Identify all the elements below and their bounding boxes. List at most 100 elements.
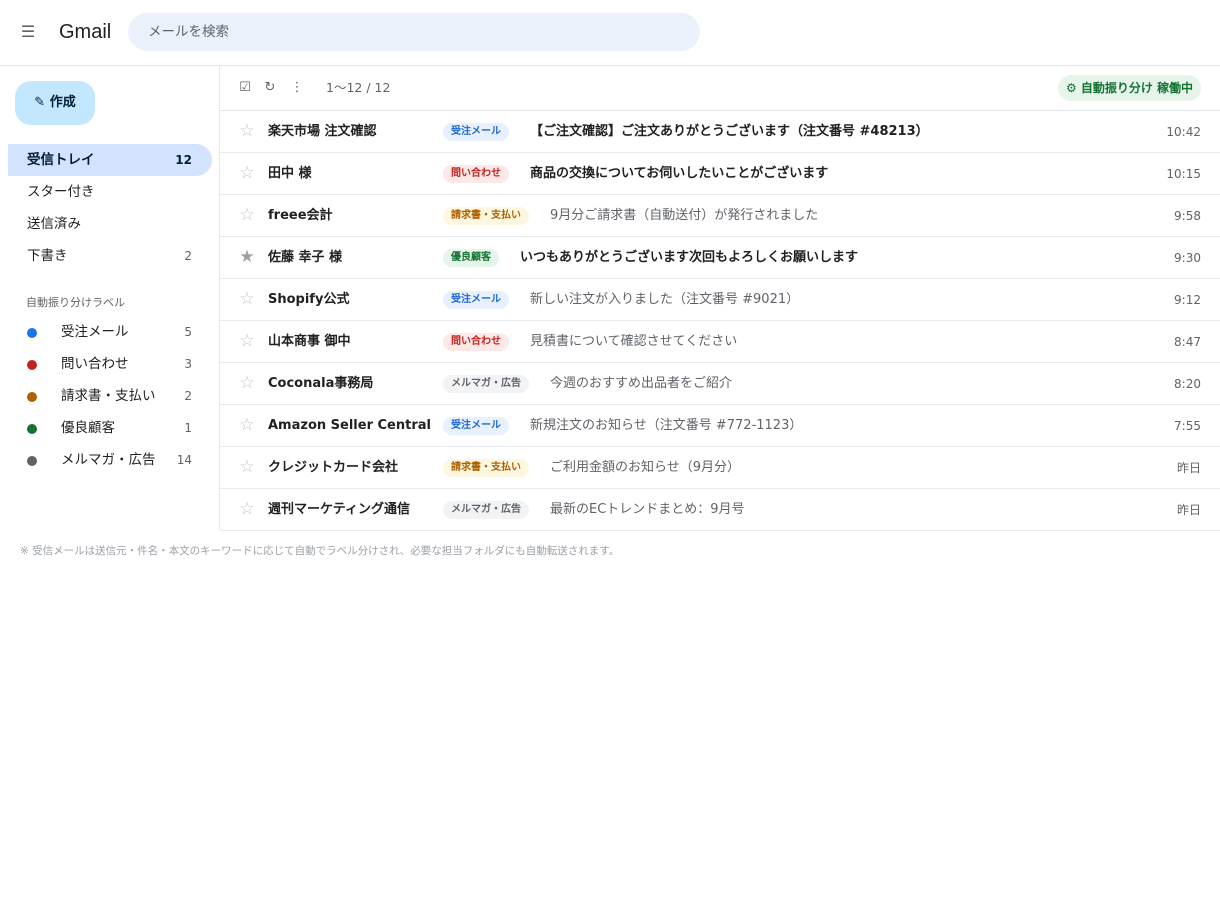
sidebar-label-vip-customers[interactable]: 優良顧客 1 (8, 412, 212, 444)
sidebar: ✎ 作成 受信トレイ 12 スター付き 送信済み 下書き 2 自動振り分けラベル… (0, 66, 220, 530)
email-subject: 【ご注文確認】ご注文ありがとうございます（注文番号 #48213） (530, 124, 929, 139)
star-outline-icon[interactable]: ☆ (238, 290, 256, 308)
label-color-dot (27, 360, 37, 370)
email-row[interactable]: ☆ クレジットカード会社 請求書・支払い ご利用金額のお知らせ（9月分） 昨日 (220, 447, 1220, 489)
hamburger-menu-icon[interactable]: ☰ (18, 22, 38, 42)
email-row[interactable]: ☆ 山本商事 御中 問い合わせ 見積書について確認させてください 8:47 (220, 321, 1220, 363)
email-subject: 最新のECトレンドまとめ：9月号 (550, 502, 745, 517)
refresh-icon[interactable]: ↻ (262, 80, 278, 96)
mail-toolbar: ☑ ↻ ⋮ 1〜12 / 12 ⚙ 自動振り分け 稼働中 (220, 66, 1220, 111)
sidebar-label-invoices[interactable]: 請求書・支払い 2 (8, 380, 212, 412)
label-color-dot (27, 328, 37, 338)
email-label-tag[interactable]: 受注メール (443, 417, 509, 435)
label-count: 5 (184, 325, 192, 339)
email-row[interactable]: ☆ freee会計 請求書・支払い 9月分ご請求書（自動送付）が発行されました 9:58 (220, 195, 1220, 237)
app-logo[interactable]: Gmail (59, 20, 111, 44)
email-row[interactable]: ☆ 楽天市場 注文確認 受注メール 【ご注文確認】ご注文ありがとうございます（注文番号… (220, 111, 1220, 153)
label-count: 1 (184, 421, 192, 435)
label-name: 優良顧客 (61, 420, 115, 436)
sidebar-item-label: 下書き (27, 248, 68, 264)
email-time: 9:58 (1174, 209, 1201, 223)
sidebar-label-inquiries[interactable]: 問い合わせ 3 (8, 348, 212, 380)
email-label-tag[interactable]: メルマガ・広告 (443, 375, 529, 393)
email-sender: 田中 様 (268, 166, 312, 181)
label-name: メルマガ・広告 (61, 452, 156, 468)
label-count: 3 (184, 357, 192, 371)
label-color-dot (27, 424, 37, 434)
star-outline-icon[interactable]: ☆ (238, 332, 256, 350)
email-label-tag[interactable]: 請求書・支払い (443, 207, 529, 225)
label-color-dot (27, 392, 37, 402)
email-time: 9:12 (1174, 293, 1201, 307)
email-time: 10:42 (1166, 125, 1201, 139)
email-label-tag[interactable]: 受注メール (443, 123, 509, 141)
email-subject: 見積書について確認させてください (530, 334, 738, 349)
email-subject: 今週のおすすめ出品者をご紹介 (550, 376, 733, 391)
footnote: ※ 受信メールは送信元・件名・本文のキーワードに応じて自動でラベル分けされ、必要… (20, 545, 620, 557)
label-name: 問い合わせ (61, 356, 129, 372)
email-subject: ご利用金額のお知らせ（9月分） (550, 460, 741, 475)
drafts-count: 2 (184, 249, 192, 263)
email-label-tag[interactable]: 優良顧客 (443, 249, 499, 267)
top-header: ☰ Gmail メールを検索 (0, 0, 1220, 66)
label-count: 2 (184, 389, 192, 403)
sidebar-item-starred[interactable]: スター付き (8, 176, 212, 208)
email-sender: Shopify公式 (268, 292, 350, 307)
email-subject: 商品の交換についてお伺いしたいことがございます (530, 166, 829, 181)
email-label-tag[interactable]: 受注メール (443, 291, 509, 309)
email-sender: 楽天市場 注文確認 (268, 124, 377, 139)
sidebar-label-newsletters[interactable]: メルマガ・広告 14 (8, 444, 212, 476)
sidebar-label-orders[interactable]: 受注メール 5 (8, 316, 212, 348)
label-count: 14 (176, 453, 192, 467)
email-row[interactable]: ☆ Amazon Seller Central 受注メール 新規注文のお知らせ（注文番… (220, 405, 1220, 447)
email-time: 昨日 (1176, 461, 1201, 475)
email-time: 8:20 (1174, 377, 1201, 391)
email-label-tag[interactable]: メルマガ・広告 (443, 501, 529, 519)
star-filled-icon[interactable]: ★ (238, 248, 256, 266)
email-label-tag[interactable]: 請求書・支払い (443, 459, 529, 477)
checkbox-icon[interactable]: ☑ (237, 80, 253, 96)
email-sender: Coconala事務局 (268, 376, 374, 391)
label-color-dot (27, 456, 37, 466)
labels-section-title: 自動振り分けラベル (26, 296, 125, 309)
star-outline-icon[interactable]: ☆ (238, 500, 256, 518)
compose-button[interactable]: ✎ 作成 (15, 81, 95, 125)
email-sender: freee会計 (268, 208, 333, 223)
email-sender: 佐藤 幸子 様 (268, 250, 343, 265)
email-row[interactable]: ☆ 週刊マーケティング通信 メルマガ・広告 最新のECトレンドまとめ：9月号 昨日 (220, 489, 1220, 531)
email-label-tag[interactable]: 問い合わせ (443, 165, 509, 183)
email-row[interactable]: ☆ 田中 様 問い合わせ 商品の交換についてお伺いしたいことがございます 10:15 (220, 153, 1220, 195)
email-label-tag[interactable]: 問い合わせ (443, 333, 509, 351)
email-sender: Amazon Seller Central (268, 418, 431, 433)
email-time: 10:15 (1166, 167, 1201, 181)
email-subject: いつもありがとうございます次回もよろしくお願いします (520, 250, 859, 265)
star-outline-icon[interactable]: ☆ (238, 164, 256, 182)
auto-sort-status-badge: ⚙ 自動振り分け 稼働中 (1058, 75, 1201, 101)
more-vertical-icon[interactable]: ⋮ (289, 80, 305, 96)
email-subject: 新規注文のお知らせ（注文番号 #772-1123） (530, 418, 803, 433)
unread-count: 12 (175, 153, 192, 167)
sidebar-item-sent[interactable]: 送信済み (8, 208, 212, 240)
star-outline-icon[interactable]: ☆ (238, 458, 256, 476)
email-row[interactable]: ☆ Shopify公式 受注メール 新しい注文が入りました（注文番号 #9021） 9:… (220, 279, 1220, 321)
sidebar-item-label: スター付き (27, 184, 95, 200)
sidebar-item-inbox[interactable]: 受信トレイ 12 (8, 144, 212, 176)
email-time: 昨日 (1176, 503, 1201, 517)
label-name: 受注メール (61, 324, 129, 340)
email-sender: クレジットカード会社 (268, 460, 399, 475)
star-outline-icon[interactable]: ☆ (238, 374, 256, 392)
email-time: 8:47 (1174, 335, 1201, 349)
email-row[interactable]: ☆ Coconala事務局 メルマガ・広告 今週のおすすめ出品者をご紹介 8:20 (220, 363, 1220, 405)
search-input-placeholder[interactable]: メールを検索 (148, 23, 229, 41)
sidebar-item-label: 受信トレイ (27, 152, 95, 168)
star-outline-icon[interactable]: ☆ (238, 122, 256, 140)
sidebar-item-label: 送信済み (27, 216, 81, 232)
star-outline-icon[interactable]: ☆ (238, 206, 256, 224)
sidebar-item-drafts[interactable]: 下書き 2 (8, 240, 212, 272)
label-name: 請求書・支払い (61, 388, 156, 404)
email-subject: 新しい注文が入りました（注文番号 #9021） (530, 292, 800, 307)
email-subject: 9月分ご請求書（自動送付）が発行されました (550, 208, 819, 223)
search-bar[interactable]: メールを検索 (128, 13, 700, 51)
star-outline-icon[interactable]: ☆ (238, 416, 256, 434)
email-row[interactable]: ★ 佐藤 幸子 様 優良顧客 いつもありがとうございます次回もよろしくお願いします 9:… (220, 237, 1220, 279)
